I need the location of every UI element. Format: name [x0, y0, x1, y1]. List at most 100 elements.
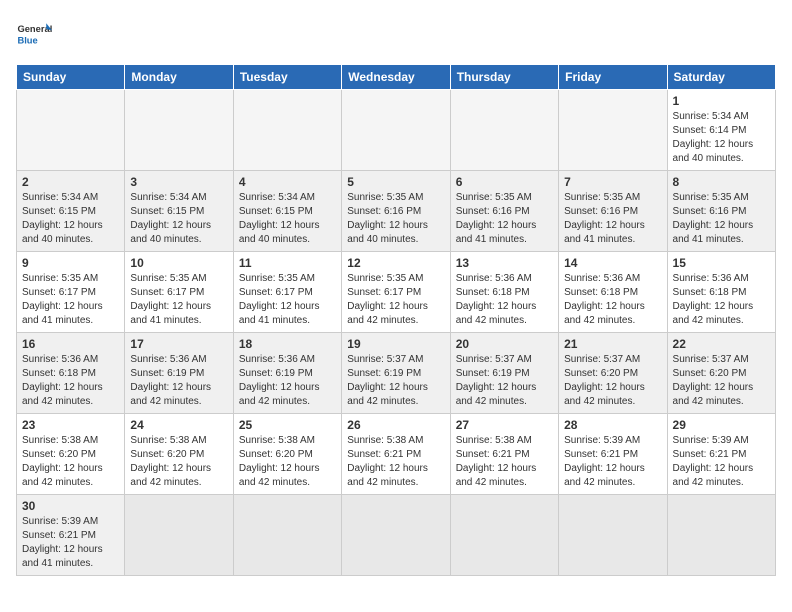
day-number: 15: [673, 256, 770, 270]
calendar-cell: 9 Sunrise: 5:35 AM Sunset: 6:17 PM Daylig…: [17, 252, 125, 333]
calendar-cell: 17Sunrise: 5:36 AM Sunset: 6:19 PM Dayli…: [125, 333, 233, 414]
day-info: Sunrise: 5:38 AM Sunset: 6:21 PM Dayligh…: [347, 434, 444, 490]
day-info: Sunrise: 5:38 AM Sunset: 6:20 PM Dayligh…: [239, 434, 336, 490]
day-info: Sunrise: 5:34 AM Sunset: 6:15 PM Dayligh…: [239, 191, 336, 247]
day-number: 19: [347, 337, 444, 351]
calendar-cell: 21 Sunrise: 5:37 AM Sunset: 6:20 PM Dayli…: [559, 333, 667, 414]
day-number: 21: [564, 337, 661, 351]
day-number: 18: [239, 337, 336, 351]
day-info: Sunrise: 5:39 AM Sunset: 6:21 PM Dayligh…: [673, 434, 770, 490]
day-number: 20: [456, 337, 553, 351]
day-number: 17: [130, 337, 227, 351]
calendar-cell: [125, 495, 233, 576]
calendar-cell: 15Sunrise: 5:36 AM Sunset: 6:18 PM Dayli…: [667, 252, 775, 333]
day-number: 24: [130, 418, 227, 432]
day-info: Sunrise: 5:35 AM Sunset: 6:17 PM Dayligh…: [130, 272, 227, 328]
day-number: 28: [564, 418, 661, 432]
day-info: Sunrise: 5:35 AM Sunset: 6:16 PM Dayligh…: [347, 191, 444, 247]
day-info: Sunrise: 5:35 AM Sunset: 6:16 PM Dayligh…: [456, 191, 553, 247]
calendar-cell: 8Sunrise: 5:35 AM Sunset: 6:16 PM Daylig…: [667, 171, 775, 252]
calendar-cell: 23Sunrise: 5:38 AM Sunset: 6:20 PM Dayli…: [17, 414, 125, 495]
calendar-header-monday: Monday: [125, 65, 233, 90]
day-number: 9: [22, 256, 119, 270]
day-number: 4: [239, 175, 336, 189]
calendar-header-sunday: Sunday: [17, 65, 125, 90]
calendar-cell: [17, 90, 125, 171]
calendar-cell: [450, 495, 558, 576]
day-number: 30: [22, 499, 119, 513]
day-info: Sunrise: 5:35 AM Sunset: 6:16 PM Dayligh…: [564, 191, 661, 247]
calendar-header-wednesday: Wednesday: [342, 65, 450, 90]
calendar-cell: 24 Sunrise: 5:38 AM Sunset: 6:20 PM Dayli…: [125, 414, 233, 495]
calendar-header-thursday: Thursday: [450, 65, 558, 90]
calendar-cell: 19Sunrise: 5:37 AM Sunset: 6:19 PM Dayli…: [342, 333, 450, 414]
day-number: 16: [22, 337, 119, 351]
calendar-cell: 10 Sunrise: 5:35 AM Sunset: 6:17 PM Dayli…: [125, 252, 233, 333]
day-number: 11: [239, 256, 336, 270]
day-info: Sunrise: 5:34 AM Sunset: 6:15 PM Dayligh…: [130, 191, 227, 247]
day-info: Sunrise: 5:36 AM Sunset: 6:18 PM Dayligh…: [564, 272, 661, 328]
day-info: Sunrise: 5:39 AM Sunset: 6:21 PM Dayligh…: [22, 515, 119, 571]
calendar-header-tuesday: Tuesday: [233, 65, 341, 90]
calendar-cell: 26 Sunrise: 5:38 AM Sunset: 6:21 PM Dayli…: [342, 414, 450, 495]
day-number: 2: [22, 175, 119, 189]
calendar-cell: [233, 495, 341, 576]
calendar-week-row: 2 Sunrise: 5:34 AM Sunset: 6:15 PM Daylig…: [17, 171, 776, 252]
calendar-week-row: 30 Sunrise: 5:39 AM Sunset: 6:21 PM Dayli…: [17, 495, 776, 576]
calendar: SundayMondayTuesdayWednesdayThursdayFrid…: [16, 64, 776, 576]
day-info: Sunrise: 5:37 AM Sunset: 6:19 PM Dayligh…: [456, 353, 553, 409]
calendar-cell: 6 Sunrise: 5:35 AM Sunset: 6:16 PM Daylig…: [450, 171, 558, 252]
calendar-cell: 4 Sunrise: 5:34 AM Sunset: 6:15 PM Daylig…: [233, 171, 341, 252]
day-info: Sunrise: 5:35 AM Sunset: 6:17 PM Dayligh…: [239, 272, 336, 328]
calendar-cell: 25Sunrise: 5:38 AM Sunset: 6:20 PM Dayli…: [233, 414, 341, 495]
calendar-cell: 5 Sunrise: 5:35 AM Sunset: 6:16 PM Daylig…: [342, 171, 450, 252]
day-number: 7: [564, 175, 661, 189]
calendar-cell: 22 Sunrise: 5:37 AM Sunset: 6:20 PM Dayli…: [667, 333, 775, 414]
calendar-cell: [559, 495, 667, 576]
day-info: Sunrise: 5:38 AM Sunset: 6:20 PM Dayligh…: [22, 434, 119, 490]
day-number: 12: [347, 256, 444, 270]
day-number: 5: [347, 175, 444, 189]
day-number: 26: [347, 418, 444, 432]
calendar-cell: 12 Sunrise: 5:35 AM Sunset: 6:17 PM Dayli…: [342, 252, 450, 333]
calendar-cell: 16Sunrise: 5:36 AM Sunset: 6:18 PM Dayli…: [17, 333, 125, 414]
day-number: 10: [130, 256, 227, 270]
day-info: Sunrise: 5:35 AM Sunset: 6:17 PM Dayligh…: [22, 272, 119, 328]
calendar-cell: 28Sunrise: 5:39 AM Sunset: 6:21 PM Dayli…: [559, 414, 667, 495]
calendar-cell: 18 Sunrise: 5:36 AM Sunset: 6:19 PM Dayli…: [233, 333, 341, 414]
day-number: 22: [673, 337, 770, 351]
day-info: Sunrise: 5:37 AM Sunset: 6:20 PM Dayligh…: [564, 353, 661, 409]
day-number: 27: [456, 418, 553, 432]
calendar-week-row: 1Sunrise: 5:34 AM Sunset: 6:14 PM Daylig…: [17, 90, 776, 171]
calendar-cell: 11 Sunrise: 5:35 AM Sunset: 6:17 PM Dayli…: [233, 252, 341, 333]
calendar-cell: 30 Sunrise: 5:39 AM Sunset: 6:21 PM Dayli…: [17, 495, 125, 576]
calendar-header-friday: Friday: [559, 65, 667, 90]
calendar-week-row: 9 Sunrise: 5:35 AM Sunset: 6:17 PM Daylig…: [17, 252, 776, 333]
calendar-cell: [342, 495, 450, 576]
calendar-cell: 14 Sunrise: 5:36 AM Sunset: 6:18 PM Dayli…: [559, 252, 667, 333]
day-info: Sunrise: 5:35 AM Sunset: 6:17 PM Dayligh…: [347, 272, 444, 328]
day-info: Sunrise: 5:36 AM Sunset: 6:19 PM Dayligh…: [239, 353, 336, 409]
calendar-cell: [342, 90, 450, 171]
header: General Blue: [16, 16, 776, 52]
day-info: Sunrise: 5:35 AM Sunset: 6:16 PM Dayligh…: [673, 191, 770, 247]
day-number: 14: [564, 256, 661, 270]
calendar-week-row: 23Sunrise: 5:38 AM Sunset: 6:20 PM Dayli…: [17, 414, 776, 495]
calendar-cell: 2Sunrise: 5:34 AM Sunset: 6:15 PM Daylig…: [17, 171, 125, 252]
calendar-cell: [450, 90, 558, 171]
svg-text:Blue: Blue: [17, 35, 37, 45]
calendar-cell: [233, 90, 341, 171]
day-info: Sunrise: 5:38 AM Sunset: 6:20 PM Dayligh…: [130, 434, 227, 490]
calendar-cell: [667, 495, 775, 576]
calendar-cell: 13Sunrise: 5:36 AM Sunset: 6:18 PM Dayli…: [450, 252, 558, 333]
calendar-cell: 1Sunrise: 5:34 AM Sunset: 6:14 PM Daylig…: [667, 90, 775, 171]
calendar-cell: 20 Sunrise: 5:37 AM Sunset: 6:19 PM Dayli…: [450, 333, 558, 414]
calendar-header-row: SundayMondayTuesdayWednesdayThursdayFrid…: [17, 65, 776, 90]
calendar-cell: [125, 90, 233, 171]
calendar-cell: 7 Sunrise: 5:35 AM Sunset: 6:16 PM Daylig…: [559, 171, 667, 252]
calendar-week-row: 16Sunrise: 5:36 AM Sunset: 6:18 PM Dayli…: [17, 333, 776, 414]
day-info: Sunrise: 5:37 AM Sunset: 6:20 PM Dayligh…: [673, 353, 770, 409]
day-number: 6: [456, 175, 553, 189]
logo: General Blue: [16, 16, 58, 52]
calendar-cell: 27Sunrise: 5:38 AM Sunset: 6:21 PM Dayli…: [450, 414, 558, 495]
